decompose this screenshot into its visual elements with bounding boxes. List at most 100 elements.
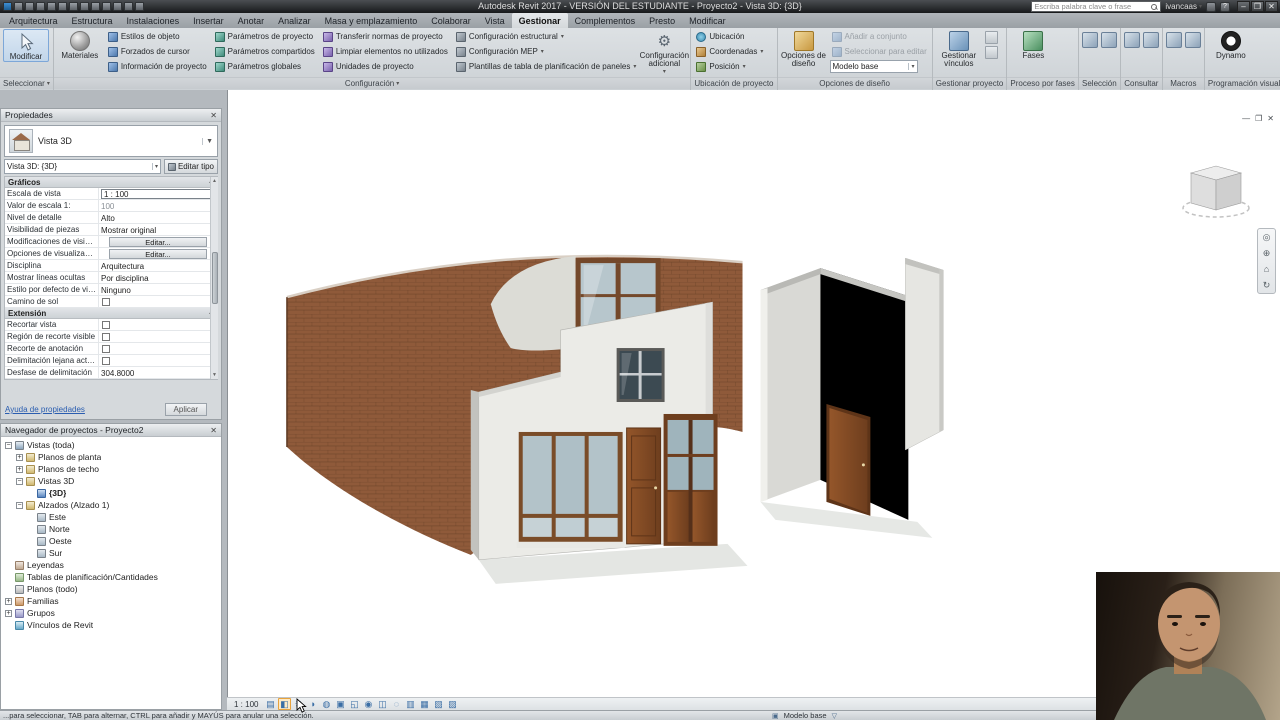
dynamo-button[interactable]: Dynamo	[1208, 29, 1254, 60]
home-icon[interactable]: ⌂	[1264, 264, 1269, 274]
tree-item-sur[interactable]: Sur	[1, 547, 221, 559]
button-informacion-de-proyecto[interactable]: Información de proyecto	[106, 59, 209, 74]
constraints-icon[interactable]: ▦	[418, 698, 431, 710]
apply-button[interactable]: Aplicar	[165, 403, 207, 416]
checkbox-recortar-vista[interactable]	[102, 321, 110, 329]
tab-presto[interactable]: Presto	[642, 13, 682, 28]
button-configuracion-mep[interactable]: Configuración MEP▾	[454, 44, 638, 59]
input-escala-de-vista[interactable]: 1 : 100	[101, 189, 215, 199]
expand-icon[interactable]: +	[16, 466, 23, 473]
tag-icon[interactable]	[91, 2, 100, 11]
open-icon[interactable]	[14, 2, 23, 11]
expand-icon[interactable]: +	[5, 598, 12, 605]
filter-icon[interactable]: ▽	[832, 712, 837, 720]
tree-item-norte[interactable]: Norte	[1, 523, 221, 535]
tab-anotar[interactable]: Anotar	[231, 13, 272, 28]
exchange-apps-icon[interactable]	[1206, 2, 1216, 12]
active-design-option[interactable]: Modelo base	[784, 711, 827, 720]
starting-view-icon[interactable]	[985, 46, 998, 59]
property-value-delimitacion-lejana-activa[interactable]	[99, 355, 217, 366]
tree-item-este[interactable]: Este	[1, 511, 221, 523]
close-icon[interactable]: ✕	[210, 426, 217, 435]
measure-icon[interactable]	[80, 2, 89, 11]
property-value-nivel-de-detalle[interactable]: Alto	[99, 212, 217, 223]
undo-icon[interactable]	[47, 2, 56, 11]
property-value-disciplina[interactable]: Arquitectura	[99, 260, 217, 271]
tree-item-planos-de-planta[interactable]: +Planos de planta	[1, 451, 221, 463]
tree-item-oeste[interactable]: Oeste	[1, 535, 221, 547]
tree-item-vistas-toda[interactable]: −Vistas (toda)	[1, 439, 221, 451]
tree-item-3d[interactable]: {3D}	[1, 487, 221, 499]
zoom-icon[interactable]: ⊕	[1263, 248, 1271, 258]
thin-lines-icon[interactable]	[135, 2, 144, 11]
checkbox-delimitacion-lejana-activa[interactable]	[102, 357, 110, 365]
panel-label-inquiry[interactable]: Consultar	[1121, 77, 1162, 89]
visual-style-icon[interactable]: ◧	[278, 698, 291, 710]
help-icon[interactable]: ?	[1220, 2, 1230, 12]
design-options-button[interactable]: Opciones de diseño	[781, 29, 827, 68]
instance-selector[interactable]: Vista 3D: {3D} ▾	[4, 159, 161, 174]
view-minimize-icon[interactable]: —	[1242, 114, 1250, 123]
search-icon[interactable]	[1150, 3, 1158, 11]
edit-button-opciones-de-visualizacion[interactable]: Editar...	[109, 249, 207, 259]
property-value-opciones-de-visualizacion[interactable]: Editar...	[99, 248, 217, 259]
crop-view-icon[interactable]: ▣	[334, 698, 347, 710]
tree-item-alzados-alzado-1[interactable]: −Alzados (Alzado 1)	[1, 499, 221, 511]
property-value-modificaciones-de-visibil[interactable]: Editar...	[99, 236, 217, 247]
tab-arquitectura[interactable]: Arquitectura	[2, 13, 65, 28]
save-icon[interactable]	[25, 2, 34, 11]
hide-isolate-icon[interactable]: ◫	[376, 698, 389, 710]
button-estilos-de-objeto[interactable]: Estilos de objeto	[106, 29, 209, 44]
tab-modificar[interactable]: Modificar	[682, 13, 733, 28]
viewcube[interactable]	[1178, 158, 1254, 220]
tab-insertar[interactable]: Insertar	[186, 13, 231, 28]
property-value-recorte-de-anotacion[interactable]	[99, 343, 217, 354]
additional-settings-button[interactable]: ⚙ Configuración adicional ▾	[641, 29, 687, 75]
checkbox-recorte-de-anotacion[interactable]	[102, 345, 110, 353]
manage-images-icon[interactable]	[985, 31, 998, 44]
restore-button[interactable]: ❐	[1251, 1, 1264, 12]
button-plantillas-de-tabla-de-planificacion-de-paneles[interactable]: Plantillas de tabla de planificación de …	[454, 59, 638, 74]
edit-button-modificaciones-de-visibil[interactable]: Editar...	[109, 237, 207, 247]
properties-scrollbar[interactable]: ▲▼	[210, 177, 218, 379]
temporary-properties-icon[interactable]: ▥	[404, 698, 417, 710]
tree-item-grupos[interactable]: +Grupos	[1, 607, 221, 619]
macro-manager-icon[interactable]	[1166, 32, 1182, 48]
tab-instalaciones[interactable]: Instalaciones	[120, 13, 187, 28]
design-option-dropdown[interactable]: Modelo base ▾	[830, 60, 918, 73]
property-value-mostrar-lineas-ocultas[interactable]: Por disciplina	[99, 272, 217, 283]
button-parametros-compartidos[interactable]: Parámetros compartidos	[213, 44, 317, 59]
default-3d-view-icon[interactable]	[113, 2, 122, 11]
button-coordenadas[interactable]: Coordenadas▾	[694, 44, 765, 59]
signin-user[interactable]: ivancaas▾	[1165, 2, 1202, 11]
button-transferir-normas-de-proyecto[interactable]: Transferir normas de proyecto	[321, 29, 450, 44]
scrollbar-thumb[interactable]	[212, 252, 218, 304]
render-icon[interactable]: ◍	[320, 698, 333, 710]
element-ids-icon[interactable]	[1124, 32, 1140, 48]
minimize-button[interactable]: –	[1237, 1, 1250, 12]
edit-type-button[interactable]: Editar tipo	[164, 159, 218, 174]
text-note-icon[interactable]	[102, 2, 111, 11]
properties-help-link[interactable]: Ayuda de propiedades	[5, 405, 85, 414]
manage-links-button[interactable]: Gestionar vínculos	[936, 29, 982, 68]
section-icon[interactable]	[124, 2, 133, 11]
property-value-visibilidad-de-piezas[interactable]: Mostrar original	[99, 224, 217, 235]
view-close-icon[interactable]: ✕	[1267, 114, 1274, 123]
collapse-icon[interactable]: −	[16, 502, 23, 509]
panel-label-design-options[interactable]: Opciones de diseño	[778, 77, 932, 89]
worksharing-display-icon[interactable]: ▧	[432, 698, 445, 710]
detail-level-icon[interactable]: ▤	[264, 698, 277, 710]
collapse-icon[interactable]: −	[5, 442, 12, 449]
modify-button[interactable]: Modificar	[3, 29, 49, 62]
tab-colaborar[interactable]: Colaborar	[424, 13, 478, 28]
save-selection-icon[interactable]	[1082, 32, 1098, 48]
button-limpiar-elementos-no-utilizados[interactable]: Limpiar elementos no utilizados	[321, 44, 450, 59]
panel-label-macros[interactable]: Macros	[1163, 77, 1204, 89]
button-forzados-de-cursor[interactable]: Forzados de cursor	[106, 44, 209, 59]
tree-item-leyendas[interactable]: Leyendas	[1, 559, 221, 571]
lock-view-icon[interactable]: ◉	[362, 698, 375, 710]
steering-wheel-icon[interactable]: ◎	[1263, 232, 1271, 242]
sun-path-icon[interactable]: ☀	[292, 698, 305, 710]
tree-item-planos-de-techo[interactable]: +Planos de techo	[1, 463, 221, 475]
print-icon[interactable]	[69, 2, 78, 11]
